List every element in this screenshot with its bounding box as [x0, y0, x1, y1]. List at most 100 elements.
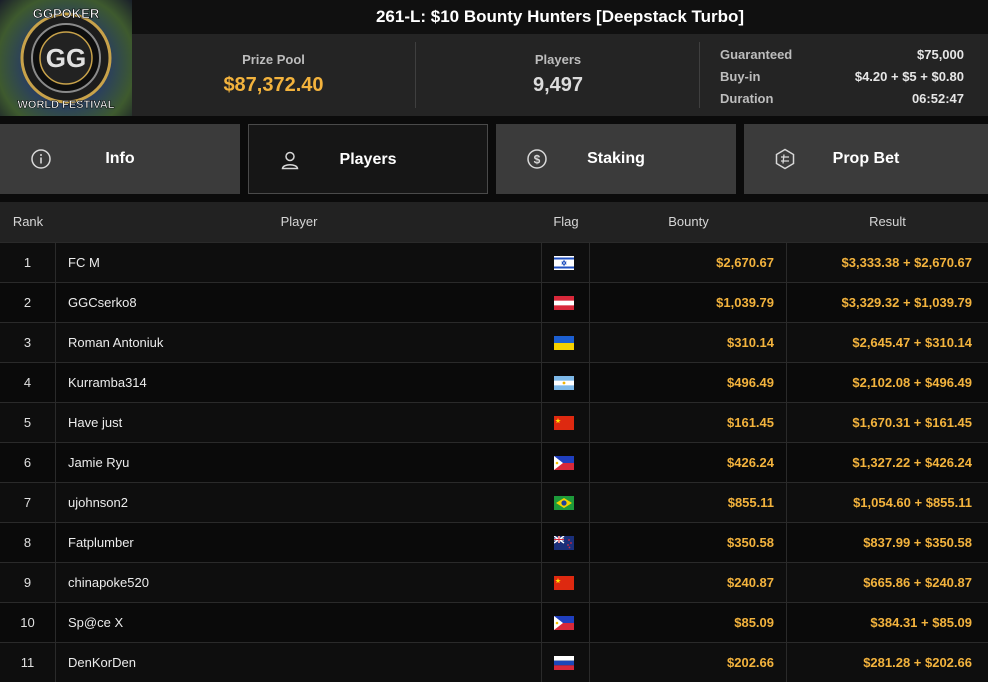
rank-cell: 2 — [0, 283, 56, 322]
tournament-stats: Prize Pool $87,372.40 Players 9,497 Guar… — [132, 34, 988, 116]
flag-cell — [542, 483, 590, 522]
philippines-flag-icon — [554, 616, 574, 630]
guaranteed-value: $75,000 — [917, 47, 964, 62]
argentina-flag-icon — [554, 376, 574, 390]
tab-players-label: Players — [339, 151, 397, 168]
rank-cell: 1 — [0, 243, 56, 282]
table-row[interactable]: 10 Sp@ce X $85.09 $384.31 + $85.09 — [0, 602, 988, 642]
result-cell: $1,670.31 + $161.45 — [852, 415, 972, 430]
tab-info-label: Info — [105, 150, 135, 167]
player-name-cell: Roman Antoniuk — [56, 323, 542, 362]
player-name-cell: chinapoke520 — [56, 563, 542, 602]
result-cell: $2,102.08 + $496.49 — [852, 375, 972, 390]
buyin-value: $4.20 + $5 + $0.80 — [854, 69, 964, 84]
tab-info[interactable]: Info — [0, 124, 240, 194]
header-bounty[interactable]: Bounty — [590, 202, 787, 242]
china-flag-icon — [554, 576, 574, 590]
bounty-cell: $426.24 — [590, 443, 787, 482]
rank-cell: 10 — [0, 603, 56, 642]
prize-pool-label: Prize Pool — [242, 52, 305, 67]
philippines-flag-icon — [554, 456, 574, 470]
bounty-cell: $855.11 — [590, 483, 787, 522]
table-row[interactable]: 9 chinapoke520 $240.87 $665.86 + $240.87 — [0, 562, 988, 602]
divider — [699, 42, 700, 108]
ggpoker-world-festival-logo: GG GGPOKER WORLD FESTIVAL — [0, 0, 132, 116]
russia-flag-icon — [554, 656, 574, 670]
player-name-cell: ujohnson2 — [56, 483, 542, 522]
flag-cell — [542, 563, 590, 602]
table-row[interactable]: 2 GGCserko8 $1,039.79 $3,329.32 + $1,039.79 — [0, 282, 988, 322]
rank-cell: 9 — [0, 563, 56, 602]
bounty-cell: $85.09 — [590, 603, 787, 642]
result-cell: $2,645.47 + $310.14 — [852, 335, 972, 350]
header-player[interactable]: Player — [56, 202, 542, 242]
svg-text:GGPOKER: GGPOKER — [33, 6, 100, 21]
table-body: 1 FC M $2,670.67 $3,333.38 + $2,670.67 2 GGCs… — [0, 242, 988, 682]
bounty-cell: $202.66 — [590, 643, 787, 682]
header-result[interactable]: Result — [787, 202, 988, 242]
prize-pool-stat: Prize Pool $87,372.40 — [132, 34, 415, 116]
table-row[interactable]: 7 ujohnson2 $855.11 $1,054.60 + $855.11 — [0, 482, 988, 522]
bounty-cell: $350.58 — [590, 523, 787, 562]
player-name-cell: Jamie Ryu — [56, 443, 542, 482]
table-row[interactable]: 3 Roman Antoniuk $310.14 $2,645.47 + $310.1… — [0, 322, 988, 362]
table-row[interactable]: 6 Jamie Ryu $426.24 $1,327.22 + $426.24 — [0, 442, 988, 482]
players-table: Rank Player Flag Bounty Result 1 FC M $2,6… — [0, 202, 988, 682]
table-row[interactable]: 8 Fatplumber $350.58 $837.99 + $350.58 — [0, 522, 988, 562]
china-flag-icon — [554, 416, 574, 430]
players-label: Players — [534, 52, 582, 67]
bounty-cell: $496.49 — [590, 363, 787, 402]
bounty-cell: $240.87 — [590, 563, 787, 602]
rank-cell: 3 — [0, 323, 56, 362]
duration-label: Duration — [720, 91, 774, 106]
tab-staking[interactable]: $ Staking — [496, 124, 736, 194]
rank-cell: 5 — [0, 403, 56, 442]
table-row[interactable]: 4 Kurramba314 $496.49 $2,102.08 + $496.49 — [0, 362, 988, 402]
prize-pool-value: $87,372.40 — [223, 74, 324, 96]
player-name-cell: DenKorDen — [56, 643, 542, 682]
rank-cell: 8 — [0, 523, 56, 562]
svg-text:GG: GG — [46, 43, 86, 73]
player-name-cell: Have just — [56, 403, 542, 442]
tab-prop-bet[interactable]: Prop Bet — [744, 124, 988, 194]
buyin-row: Buy-in $4.20 + $5 + $0.80 — [720, 66, 964, 88]
players-stat: Players 9,497 — [416, 34, 700, 116]
flag-cell — [542, 603, 590, 642]
result-cell: $281.28 + $202.66 — [863, 655, 972, 670]
tab-players[interactable]: Players — [248, 124, 488, 194]
austria-flag-icon — [554, 296, 574, 310]
rank-cell: 6 — [0, 443, 56, 482]
flag-cell — [542, 243, 590, 282]
result-cell: $837.99 + $350.58 — [863, 535, 972, 550]
tournament-details: Guaranteed $75,000 Buy-in $4.20 + $5 + $… — [720, 44, 964, 110]
tab-bar: Info Players $ Staking Prop Bet — [0, 124, 988, 194]
rank-cell: 4 — [0, 363, 56, 402]
flag-cell — [542, 523, 590, 562]
tab-prop-bet-label: Prop Bet — [832, 150, 900, 167]
brazil-flag-icon — [554, 496, 574, 510]
table-header: Rank Player Flag Bounty Result — [0, 202, 988, 242]
tab-staking-label: Staking — [587, 150, 645, 167]
result-cell: $384.31 + $85.09 — [870, 615, 972, 630]
flag-cell — [542, 403, 590, 442]
buyin-label: Buy-in — [720, 69, 761, 84]
tournament-header: GG GGPOKER WORLD FESTIVAL 261-L: $10 Bou… — [0, 0, 988, 116]
israel-flag-icon — [554, 256, 574, 270]
player-name-cell: Fatplumber — [56, 523, 542, 562]
flag-cell — [542, 363, 590, 402]
table-row[interactable]: 11 DenKorDen $202.66 $281.28 + $202.66 — [0, 642, 988, 682]
player-name-cell: Kurramba314 — [56, 363, 542, 402]
table-row[interactable]: 5 Have just $161.45 $1,670.31 + $161.45 — [0, 402, 988, 442]
flag-cell — [542, 443, 590, 482]
duration-value: 06:52:47 — [911, 91, 964, 106]
header-rank[interactable]: Rank — [0, 202, 56, 242]
rank-cell: 7 — [0, 483, 56, 522]
bounty-cell: $2,670.67 — [590, 243, 787, 282]
header-flag[interactable]: Flag — [542, 202, 590, 242]
ukraine-flag-icon — [554, 336, 574, 350]
rank-cell: 11 — [0, 643, 56, 682]
flag-cell — [542, 323, 590, 362]
table-row[interactable]: 1 FC M $2,670.67 $3,333.38 + $2,670.67 — [0, 242, 988, 282]
result-cell: $1,327.22 + $426.24 — [852, 455, 972, 470]
flag-cell — [542, 283, 590, 322]
